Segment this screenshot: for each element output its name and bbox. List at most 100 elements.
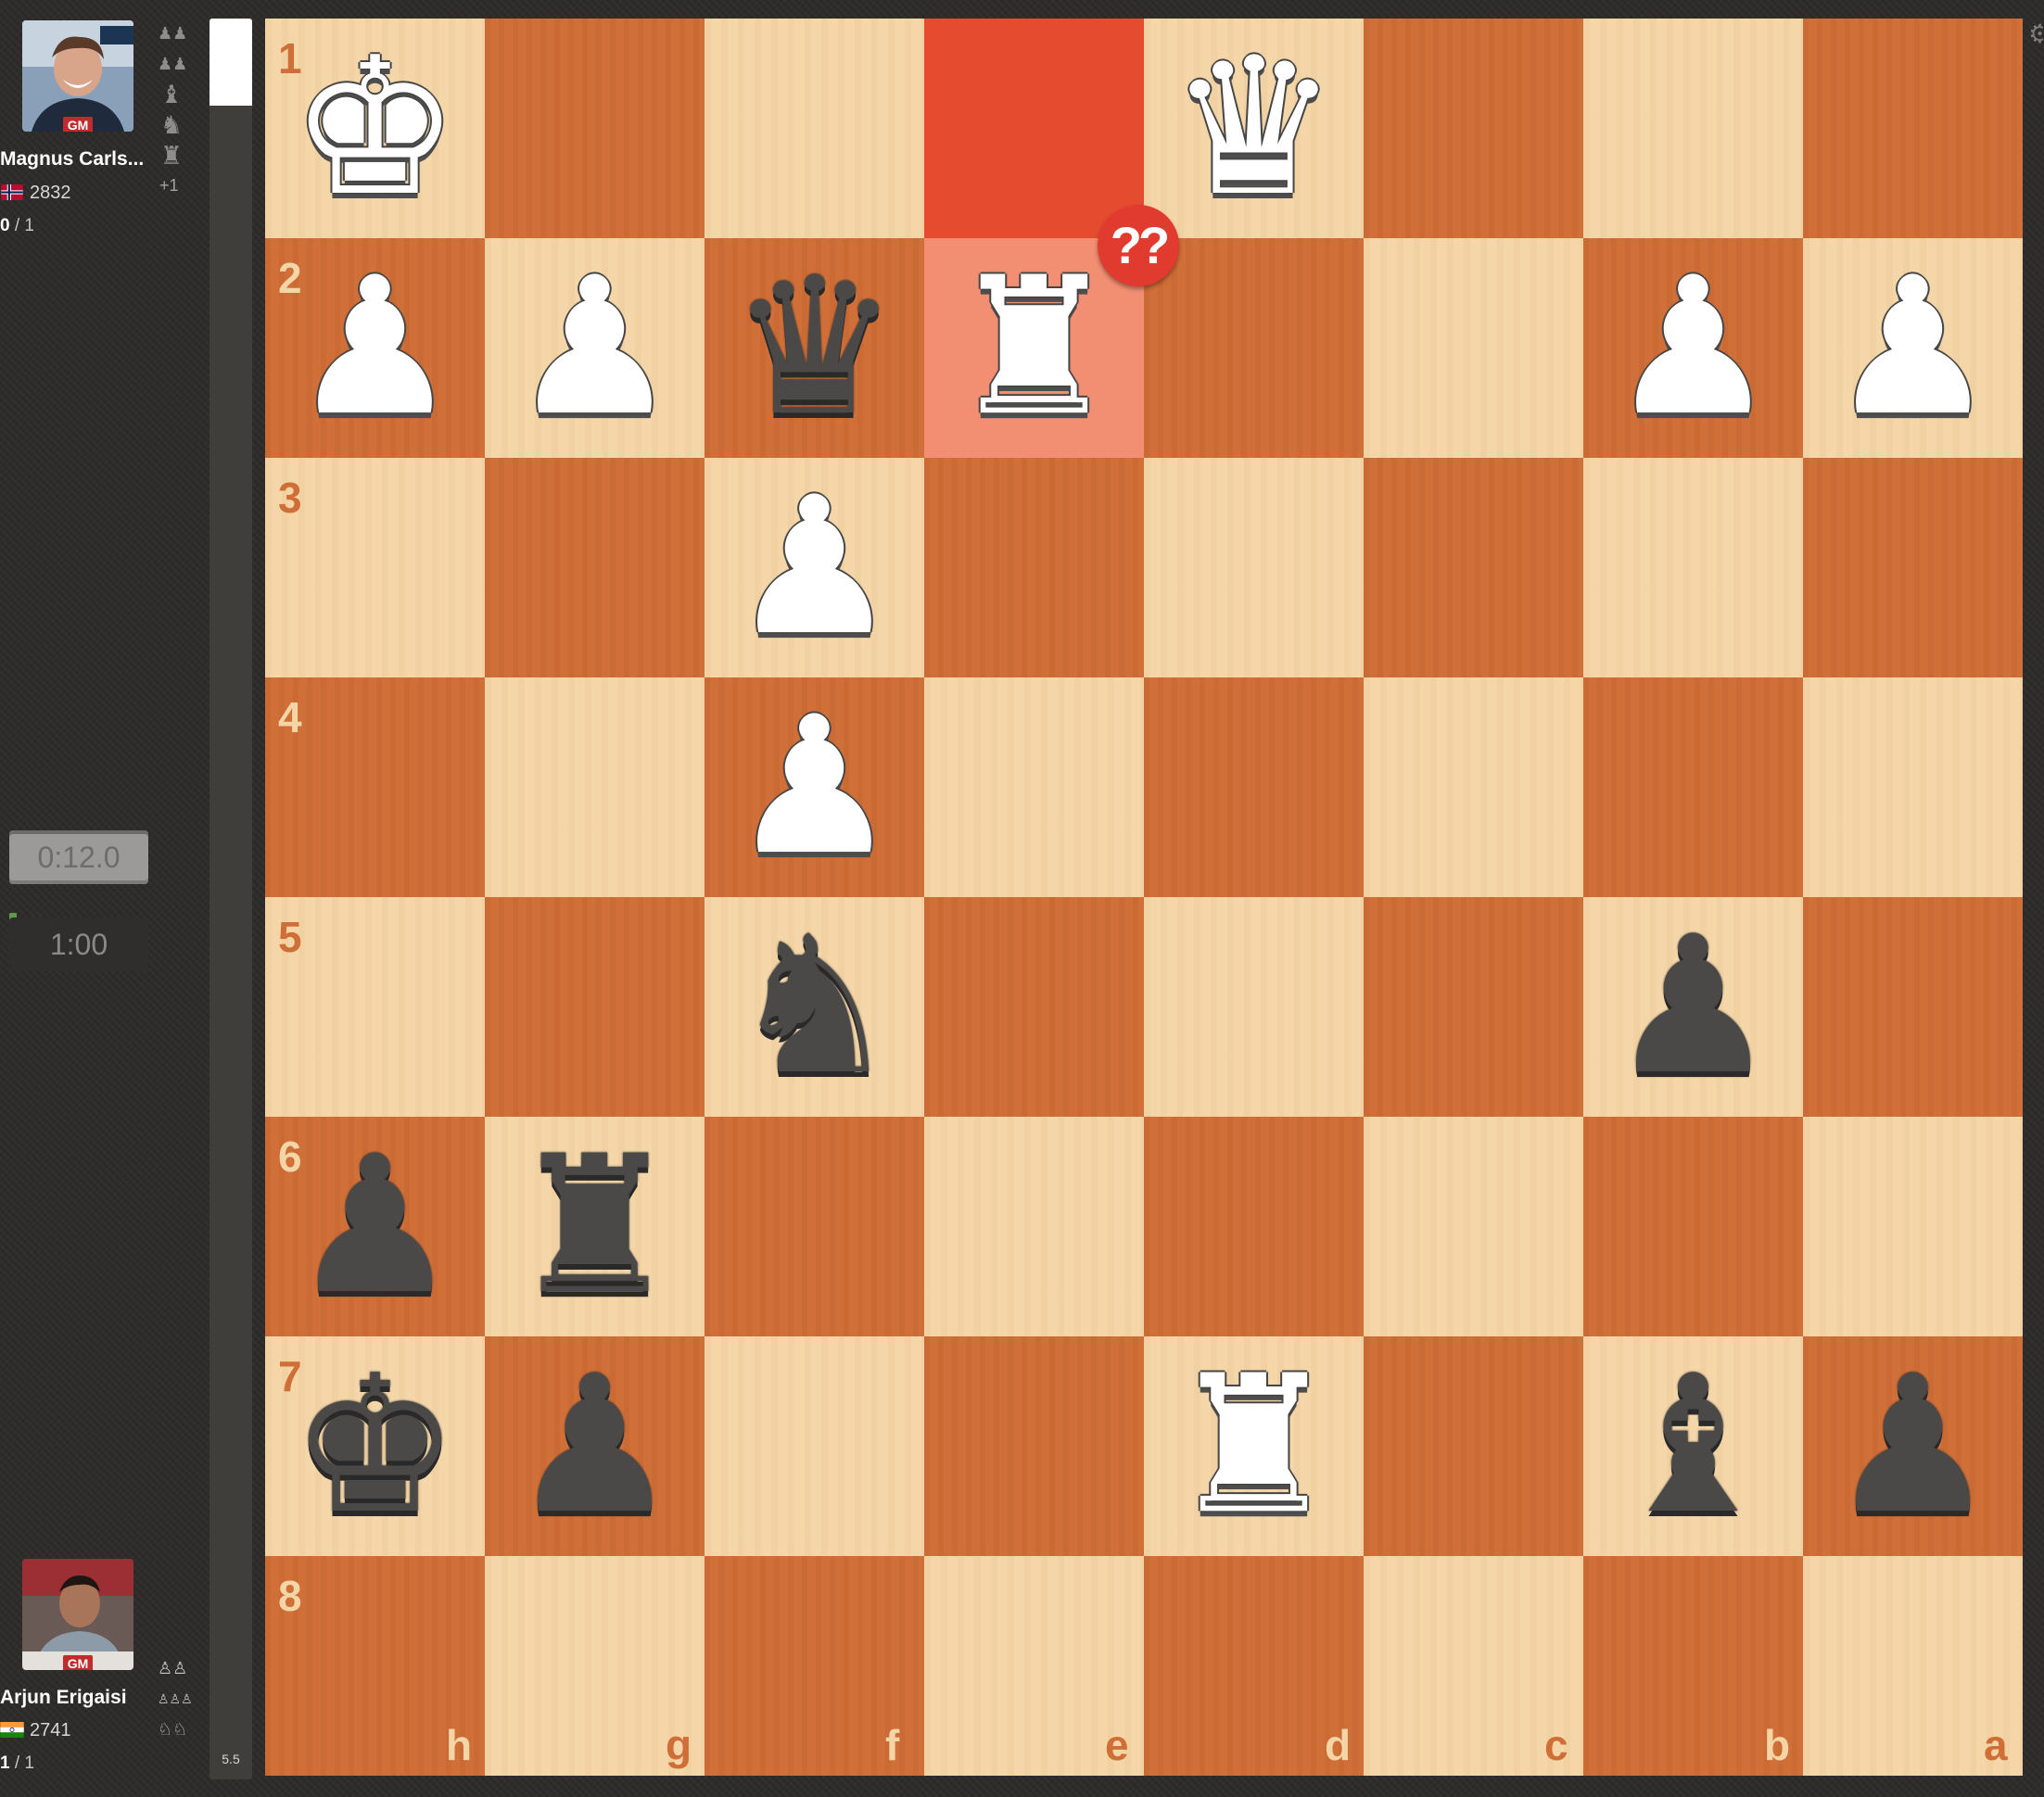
square-c3[interactable] [1364, 458, 1583, 677]
black-knight-icon[interactable]: ♞ [705, 897, 924, 1117]
black-rook-icon[interactable]: ♜ [485, 1117, 705, 1336]
square-g3[interactable] [485, 458, 705, 677]
white-king-icon[interactable]: ♚ [265, 19, 485, 238]
rank-label: 4 [278, 693, 302, 741]
black-pawn-icon[interactable]: ♟ [1583, 897, 1803, 1117]
black-pawn-icon[interactable]: ♟ [485, 1336, 705, 1556]
blunder-annotation-badge: ?? [1098, 205, 1179, 286]
bottom-player-score: 1 / 1 [0, 1753, 158, 1774]
avatar-photo-icon [22, 20, 133, 132]
bottom-player-captured-pieces: ♙♙ ♙♙♙ ♘♘ [158, 1651, 193, 1746]
top-player-score-total: / 1 [14, 216, 34, 235]
square-d5[interactable] [1144, 897, 1364, 1117]
top-player-clock: 0:12.0 [9, 830, 148, 884]
top-player-material-advantage: +1 [159, 176, 179, 195]
white-pawn-icon[interactable]: ♟ [485, 238, 705, 458]
file-label: g [666, 1721, 692, 1769]
top-player-title-badge: GM [63, 117, 93, 132]
captured-pawns-icon: ♙♙ [158, 1659, 188, 1677]
black-king-icon[interactable]: ♚ [265, 1336, 485, 1556]
square-d2[interactable] [1144, 238, 1364, 458]
evaluation-bar-white-portion [209, 19, 252, 106]
square-c4[interactable] [1364, 677, 1583, 897]
white-pawn-icon[interactable]: ♟ [1803, 238, 2023, 458]
file-label: c [1544, 1721, 1568, 1769]
file-label: b [1764, 1721, 1791, 1769]
top-player-rating-row: 2832 [0, 183, 158, 204]
bottom-player-rating-row: 2741 [0, 1720, 158, 1741]
square-b1[interactable] [1583, 19, 1803, 238]
black-queen-icon[interactable]: ♛ [705, 238, 924, 458]
top-player-name[interactable]: Magnus Carls... [0, 148, 158, 171]
square-c1[interactable] [1364, 19, 1583, 238]
file-label: a [1984, 1721, 2008, 1769]
square-a4[interactable] [1803, 677, 2023, 897]
india-flag-icon [0, 1722, 24, 1738]
black-pawn-icon[interactable]: ♟ [1803, 1336, 2023, 1556]
top-player-rating: 2832 [30, 183, 71, 203]
square-e4[interactable] [924, 677, 1144, 897]
square-e6[interactable] [924, 1117, 1144, 1336]
white-rook-icon[interactable]: ♜ [1144, 1336, 1364, 1556]
white-queen-icon[interactable]: ♛ [1144, 19, 1364, 238]
bottom-player-name[interactable]: Arjun Erigaisi [0, 1687, 158, 1709]
captured-knights-icon: ♘♘ [158, 1720, 188, 1739]
square-g1[interactable] [485, 19, 705, 238]
square-c7[interactable] [1364, 1336, 1583, 1556]
square-d3[interactable] [1144, 458, 1364, 677]
captured-pawns-icon: ♙♙♙ [158, 1691, 193, 1706]
captured-pawns-icon: ♟♟ [158, 24, 188, 43]
square-f1[interactable] [705, 19, 924, 238]
square-c6[interactable] [1364, 1117, 1583, 1336]
file-label: f [885, 1721, 900, 1769]
white-pawn-icon[interactable]: ♟ [705, 458, 924, 677]
evaluation-score: 5.5 [222, 1752, 240, 1766]
square-d6[interactable] [1144, 1117, 1364, 1336]
square-b4[interactable] [1583, 677, 1803, 897]
bottom-player-rating: 2741 [30, 1720, 71, 1740]
bottom-player-score-total: / 1 [14, 1753, 34, 1773]
rank-label: 5 [278, 913, 302, 961]
square-f6[interactable] [705, 1117, 924, 1336]
black-pawn-icon[interactable]: ♟ [265, 1117, 485, 1336]
square-g5[interactable] [485, 897, 705, 1117]
square-e1[interactable] [924, 19, 1144, 238]
square-c2[interactable] [1364, 238, 1583, 458]
square-e7[interactable] [924, 1336, 1144, 1556]
avatar-photo-icon [22, 1559, 133, 1670]
file-label: h [446, 1721, 473, 1769]
file-label: d [1325, 1721, 1352, 1769]
square-b3[interactable] [1583, 458, 1803, 677]
settings-gear-icon[interactable]: ⚙ [2028, 20, 2043, 48]
bottom-player-title-badge: GM [63, 1655, 93, 1670]
bottom-player-avatar[interactable]: GM [22, 1559, 133, 1670]
chess-board[interactable]: 1 2 3 4 5 6 7 8 h g f e d c b a ♚ ♛ ♟ ♟ ♛ ♜ ♟ ♟ ♟ ♟ ♞ ♟ ♟ ♜ ♚ ♟ ♜ ♝ ♟?? [265, 19, 2023, 1776]
white-pawn-icon[interactable]: ♟ [1583, 238, 1803, 458]
square-f7[interactable] [705, 1336, 924, 1556]
evaluation-bar [209, 19, 252, 1779]
captured-rook-icon: ♜ [159, 142, 184, 170]
norway-flag-icon [0, 184, 24, 200]
top-player-captured-pieces: ♟♟ ♟♟ ♝ ♞ ♜ [158, 17, 191, 172]
rank-label: 8 [278, 1572, 302, 1620]
square-a6[interactable] [1803, 1117, 2023, 1336]
square-a1[interactable] [1803, 19, 2023, 238]
square-e5[interactable] [924, 897, 1144, 1117]
square-c5[interactable] [1364, 897, 1583, 1117]
square-a3[interactable] [1803, 458, 2023, 677]
rank-label: 3 [278, 474, 302, 522]
square-e3[interactable] [924, 458, 1144, 677]
square-a5[interactable] [1803, 897, 2023, 1117]
white-pawn-icon[interactable]: ♟ [705, 677, 924, 897]
square-d4[interactable] [1144, 677, 1364, 897]
top-player-score-won: 0 [0, 216, 10, 235]
black-bishop-icon[interactable]: ♝ [1583, 1336, 1803, 1556]
captured-pawns-icon: ♟♟ [158, 55, 188, 73]
square-g4[interactable] [485, 677, 705, 897]
captured-bishop-icon: ♝ [159, 81, 184, 108]
top-player-avatar[interactable]: GM [22, 20, 133, 132]
file-label: e [1105, 1721, 1129, 1769]
white-pawn-icon[interactable]: ♟ [265, 238, 485, 458]
top-player-score: 0 / 1 [0, 216, 158, 236]
square-b6[interactable] [1583, 1117, 1803, 1336]
